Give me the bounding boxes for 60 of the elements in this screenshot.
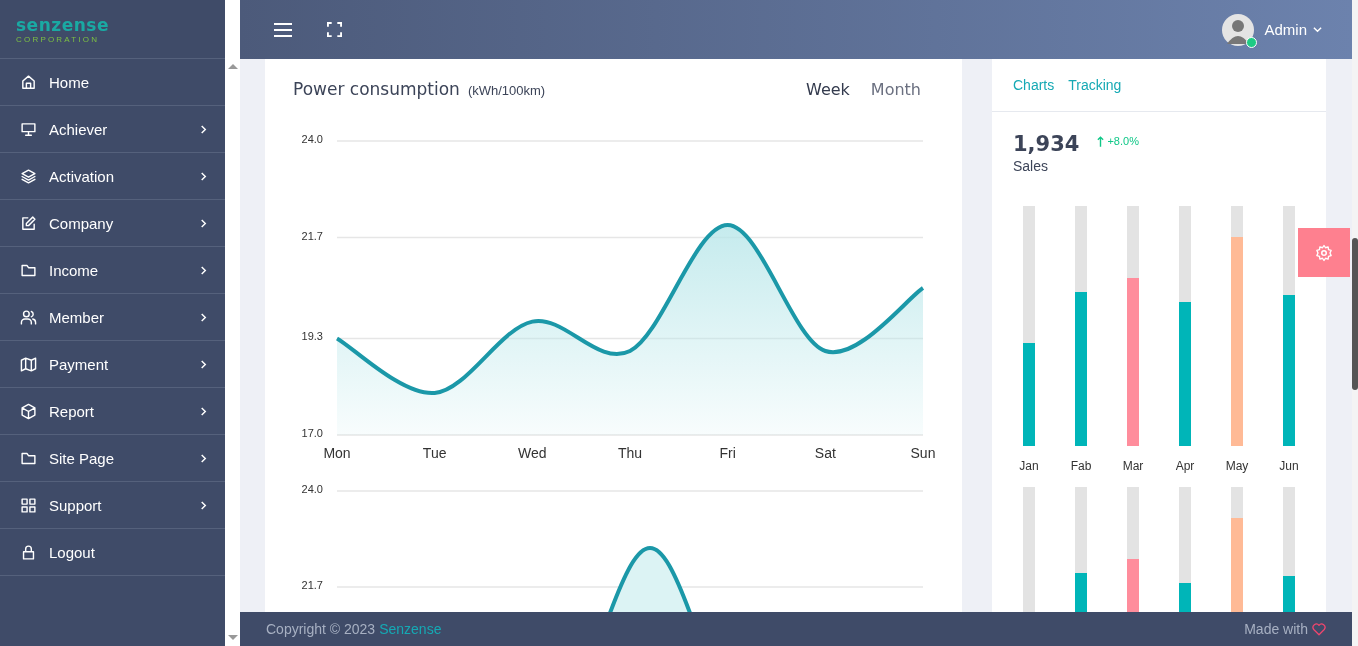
chevron-right-icon xyxy=(199,265,208,275)
month-label: Mar xyxy=(1122,459,1144,473)
chevron-down-icon[interactable] xyxy=(1313,25,1322,34)
sales-total: 1,934 xyxy=(1013,132,1080,156)
period-tab[interactable]: Week xyxy=(806,80,850,99)
settings-button[interactable] xyxy=(1298,228,1350,277)
y-axis-label: 21.7 xyxy=(301,229,323,242)
grid-icon xyxy=(20,496,37,514)
chevron-right-icon xyxy=(199,124,208,134)
y-axis-label: 21.7 xyxy=(301,579,323,591)
x-axis-label: Wed xyxy=(518,445,547,461)
x-axis-label: Fri xyxy=(719,445,736,461)
month-label: Jun xyxy=(1279,459,1299,473)
chevron-right-icon xyxy=(199,406,208,416)
chevron-right-icon xyxy=(199,359,208,369)
menu-icon[interactable] xyxy=(273,21,293,38)
lock-icon xyxy=(20,543,37,561)
x-axis-label: Sun xyxy=(910,445,936,461)
scrollbar[interactable] xyxy=(1352,0,1358,646)
fullscreen-icon[interactable] xyxy=(327,22,342,37)
card-title: Power consumption xyxy=(293,79,460,99)
y-axis-label: 24.0 xyxy=(301,133,323,145)
y-axis-label: 17.0 xyxy=(301,427,323,439)
unit-label: (kWh/100km) xyxy=(467,83,546,98)
edit-icon xyxy=(20,214,37,232)
y-axis-label: 24.0 xyxy=(301,483,323,495)
chevron-right-icon xyxy=(199,171,208,181)
home-icon xyxy=(20,73,37,91)
chevron-right-icon xyxy=(199,500,208,510)
month-label: Jan xyxy=(1019,459,1039,473)
x-axis-label: Tue xyxy=(422,445,447,461)
user-name[interactable]: Admin xyxy=(1264,21,1307,38)
layers-icon xyxy=(20,167,37,185)
change-percent: +8.0% xyxy=(1107,135,1139,147)
avatar[interactable] xyxy=(1222,13,1255,46)
monitor-icon xyxy=(20,120,37,138)
arrow-up-icon xyxy=(1097,136,1105,147)
chevron-right-icon xyxy=(199,312,208,322)
chevron-right-icon xyxy=(199,218,208,228)
y-axis-label: 19.3 xyxy=(301,330,323,343)
month-label: Apr xyxy=(1175,459,1195,473)
scroll-up-icon[interactable] xyxy=(227,64,238,69)
month-label: May xyxy=(1225,459,1249,473)
scroll-thumb[interactable] xyxy=(1352,238,1358,390)
period-tab[interactable]: Month xyxy=(870,80,921,99)
chevron-right-icon xyxy=(199,453,208,463)
x-axis-label: Mon xyxy=(323,445,351,461)
map-icon xyxy=(20,355,37,373)
month-label: Fab xyxy=(1070,459,1092,473)
x-axis-label: Sat xyxy=(814,445,836,461)
logo-tagline: CORPORATION xyxy=(16,35,101,44)
sales-label: Sales xyxy=(1013,158,1050,174)
settings-icon xyxy=(1315,243,1333,262)
scrollbar[interactable] xyxy=(225,0,240,646)
x-axis-label: Thu xyxy=(617,445,643,461)
heart-icon xyxy=(1312,622,1326,636)
copyright-text: Copyright © 2023 xyxy=(266,621,376,637)
users-icon xyxy=(20,308,37,326)
made-with-text: Made with xyxy=(1244,621,1308,637)
box-icon xyxy=(20,402,37,420)
